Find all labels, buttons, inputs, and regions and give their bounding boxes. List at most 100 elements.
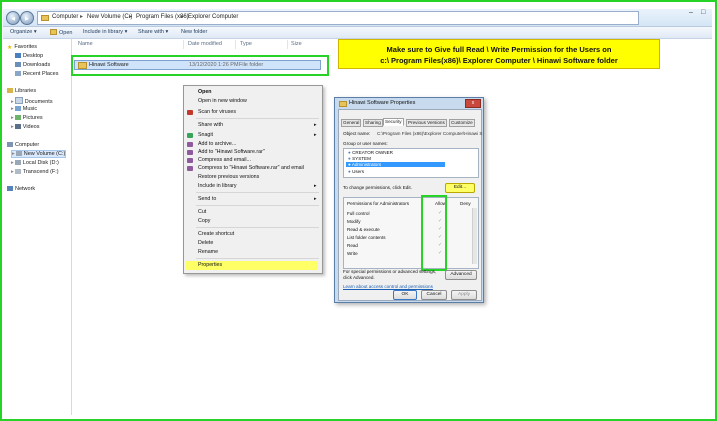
new-folder-button[interactable]: New folder bbox=[181, 29, 207, 35]
column-header-type[interactable]: Type bbox=[240, 41, 252, 47]
nav-music[interactable]: ▸ Music bbox=[11, 106, 37, 112]
column-header-size[interactable]: Size bbox=[291, 41, 302, 47]
user-icon: ● bbox=[348, 169, 351, 174]
nav-recent-places[interactable]: Recent Places bbox=[15, 71, 58, 77]
tab-customize[interactable]: Customize bbox=[449, 119, 475, 127]
menu-item-properties[interactable]: Properties bbox=[198, 262, 222, 268]
menu-item-snagit[interactable]: Snagit ▸ bbox=[198, 132, 317, 138]
user-icon: ● bbox=[348, 150, 351, 155]
menu-item-open-new-window[interactable]: Open in new window bbox=[198, 98, 247, 104]
column-header-name[interactable]: Name bbox=[78, 41, 93, 47]
list-item[interactable]: ● Users bbox=[348, 169, 364, 174]
breadcrumb-separator-icon: ▸ bbox=[129, 14, 133, 20]
context-menu: Open Open in new window Scan for viruses… bbox=[183, 85, 323, 274]
list-item[interactable]: ● SYSTEM bbox=[348, 156, 371, 161]
menu-item-restore[interactable]: Restore previous versions bbox=[198, 174, 259, 180]
edit-button[interactable]: Edit... bbox=[445, 183, 475, 193]
ok-button[interactable]: OK bbox=[393, 290, 417, 300]
nav-new-volume[interactable]: ▸ New Volume (C:) bbox=[11, 150, 67, 158]
nav-computer[interactable]: Computer bbox=[7, 142, 39, 148]
instruction-callout: Make sure to Give full Read \ Write Perm… bbox=[338, 39, 660, 69]
usb-drive-icon bbox=[14, 169, 21, 174]
menu-item-create-shortcut[interactable]: Create shortcut bbox=[198, 231, 234, 237]
expand-arrow-icon: ▸ bbox=[11, 99, 14, 105]
menu-item-rename[interactable]: Rename bbox=[198, 249, 218, 255]
nav-local-disk-label: Local Disk (D:) bbox=[22, 160, 59, 166]
group-label: Group or user names: bbox=[343, 141, 388, 146]
tab-general[interactable]: General bbox=[341, 119, 362, 127]
minimize-button[interactable]: – bbox=[689, 9, 693, 16]
organize-button[interactable]: Organize ▾ bbox=[10, 29, 37, 35]
advanced-button[interactable]: Advanced bbox=[445, 270, 477, 280]
menu-item-compress-rar-email[interactable]: Compress to "Hinawi Software.rar" and em… bbox=[198, 165, 304, 171]
group-item-system: SYSTEM bbox=[352, 156, 371, 161]
close-button[interactable]: x bbox=[465, 99, 481, 108]
drive-icon bbox=[15, 151, 22, 156]
permissions-list: Permissions for Administrators Allow Den… bbox=[343, 197, 479, 269]
expand-arrow-icon: ▸ bbox=[11, 124, 14, 130]
breadcrumb-computer[interactable]: Computer bbox=[52, 14, 78, 20]
menu-item-include-label: Include in library bbox=[198, 183, 237, 189]
menu-item-send-to[interactable]: Send to ▸ bbox=[198, 196, 317, 202]
tab-security[interactable]: Security bbox=[383, 118, 404, 126]
menu-item-open[interactable]: Open bbox=[198, 89, 212, 95]
nav-pictures[interactable]: ▸ Pictures bbox=[11, 115, 43, 121]
antivirus-icon bbox=[187, 110, 193, 115]
open-button[interactable]: Open bbox=[50, 29, 72, 36]
submenu-arrow-icon: ▸ bbox=[314, 196, 317, 202]
forward-button[interactable]: ▶ bbox=[20, 11, 34, 25]
nav-downloads[interactable]: Downloads bbox=[15, 62, 50, 68]
menu-item-scan[interactable]: Scan for viruses bbox=[198, 109, 236, 115]
menu-item-cut[interactable]: Cut bbox=[198, 209, 206, 215]
open-label: Open bbox=[59, 30, 73, 36]
tab-sharing[interactable]: Sharing bbox=[363, 119, 383, 127]
breadcrumb-explorer-computer[interactable]: Explorer Computer bbox=[188, 14, 238, 20]
nav-network-label: Network bbox=[15, 186, 36, 192]
winrar-icon bbox=[187, 158, 193, 163]
menu-item-delete[interactable]: Delete bbox=[198, 240, 213, 246]
nav-transcend[interactable]: ▸ Transcend (F:) bbox=[11, 169, 59, 175]
nav-desktop[interactable]: Desktop bbox=[15, 53, 43, 59]
nav-network[interactable]: Network bbox=[7, 186, 35, 192]
user-icon: ● bbox=[348, 156, 351, 161]
nav-transcend-label: Transcend (F:) bbox=[22, 169, 59, 175]
maximize-button[interactable]: □ bbox=[701, 9, 705, 16]
menu-separator bbox=[196, 205, 319, 206]
menu-item-compress-email[interactable]: Compress and email... bbox=[198, 157, 251, 163]
menu-item-include-library[interactable]: Include in library ▸ bbox=[198, 183, 317, 189]
menu-item-share-with[interactable]: Share with ▸ bbox=[198, 122, 317, 128]
column-divider[interactable] bbox=[235, 40, 236, 49]
back-button[interactable]: ◀ bbox=[6, 11, 20, 25]
breadcrumb-separator-icon: ▸ bbox=[80, 14, 84, 20]
column-divider[interactable] bbox=[183, 40, 184, 49]
tab-previous-versions[interactable]: Previous Versions bbox=[406, 119, 447, 127]
group-item-creator: CREATOR OWNER bbox=[352, 150, 393, 155]
list-item[interactable]: ● CREATOR OWNER bbox=[348, 150, 393, 155]
nav-documents[interactable]: ▸ Documents bbox=[11, 97, 53, 105]
perm-full-control: Full control bbox=[347, 211, 370, 216]
share-with-button[interactable]: Share with ▾ bbox=[138, 29, 168, 35]
cancel-button[interactable]: Cancel bbox=[421, 290, 447, 300]
nav-favorites[interactable]: ★ Favorites bbox=[7, 44, 37, 51]
nav-videos-label: Videos bbox=[22, 124, 40, 130]
nav-local-disk[interactable]: ▸ Local Disk (D:) bbox=[11, 160, 59, 166]
apply-button[interactable]: Apply bbox=[451, 290, 477, 300]
deny-header: Deny bbox=[460, 201, 471, 206]
scrollbar[interactable] bbox=[472, 208, 477, 264]
learn-more-link[interactable]: Learn about access control and permissio… bbox=[343, 284, 433, 289]
callout-line-1: Make sure to Give full Read \ Write Perm… bbox=[386, 45, 612, 54]
column-divider[interactable] bbox=[287, 40, 288, 49]
breadcrumb[interactable]: Computer ▸ New Volume (C:) ▸ Program Fil… bbox=[37, 11, 639, 25]
special-permissions-text-1: For special permissions or advanced sett… bbox=[343, 269, 437, 274]
nav-libraries-label: Libraries bbox=[15, 88, 37, 94]
breadcrumb-new-volume[interactable]: New Volume (C:) bbox=[87, 14, 132, 20]
column-header-date[interactable]: Date modified bbox=[188, 41, 222, 47]
include-in-library-button[interactable]: Include in library ▾ bbox=[83, 29, 127, 35]
nav-libraries[interactable]: Libraries bbox=[7, 88, 36, 94]
group-list[interactable]: ● CREATOR OWNER ● SYSTEM ● Administrator… bbox=[343, 148, 479, 178]
menu-item-add-archive[interactable]: Add to archive... bbox=[198, 141, 236, 147]
list-item[interactable]: ● Administrators bbox=[346, 162, 445, 167]
menu-item-copy[interactable]: Copy bbox=[198, 218, 210, 224]
nav-videos[interactable]: ▸ Videos bbox=[11, 124, 39, 130]
menu-item-add-rar[interactable]: Add to "Hinawi Software.rar" bbox=[198, 149, 265, 155]
